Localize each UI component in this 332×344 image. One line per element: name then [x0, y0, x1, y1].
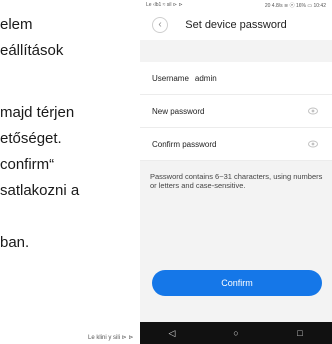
status-bar: Le ‹lb1 ≈ sil ⊳ ⊳ 20 4.8/s ≋ ⓔ 16% ▭ 10:…: [140, 0, 332, 10]
phone-screen: Le ‹lb1 ≈ sil ⊳ ⊳ 20 4.8/s ≋ ⓔ 16% ▭ 10:…: [140, 0, 332, 344]
document-fragment: elem eállítások majd térjen etőséget. co…: [0, 0, 140, 344]
document-line: majd térjen: [0, 104, 75, 121]
status-right: 20 4.8/s ≋ ⓔ 16% ▭ 10:42: [264, 2, 326, 9]
back-button[interactable]: ‹: [152, 17, 168, 33]
document-footer: Le klini y sili ⊳ ⊳: [88, 335, 134, 341]
title-bar: ‹ Set device password: [140, 10, 332, 40]
document-line: satlakozni a: [0, 182, 80, 199]
document-line: ban.: [0, 234, 30, 251]
chevron-left-icon: ‹: [158, 19, 162, 30]
username-row: Username admin: [140, 62, 332, 95]
status-left: Le ‹lb1 ≈ sil ⊳ ⊳: [146, 2, 183, 8]
eye-icon[interactable]: [308, 107, 318, 115]
navigation-bar: ◁ ○ □: [140, 322, 332, 344]
new-password-field[interactable]: New password: [140, 95, 332, 128]
recent-apps-icon[interactable]: □: [290, 328, 310, 338]
new-password-label: New password: [152, 106, 205, 116]
document-line: confirm“: [0, 156, 55, 173]
home-nav-icon[interactable]: ○: [226, 328, 246, 338]
document-line: etőséget.: [0, 130, 62, 147]
document-line: eállítások: [0, 42, 64, 59]
page-title: Set device password: [185, 19, 287, 31]
back-nav-icon[interactable]: ◁: [162, 328, 182, 339]
document-line: elem: [0, 16, 33, 33]
username-label: Username: [152, 73, 189, 83]
password-hint: Password contains 6~31 characters, using…: [150, 172, 323, 190]
eye-icon[interactable]: [308, 140, 318, 148]
password-form: Username admin New password Confirm pass…: [140, 62, 332, 161]
username-value: admin: [194, 73, 217, 83]
confirm-button[interactable]: Confirm: [152, 270, 322, 296]
confirm-password-field[interactable]: Confirm password: [140, 128, 332, 161]
confirm-password-label: Confirm password: [152, 139, 217, 149]
